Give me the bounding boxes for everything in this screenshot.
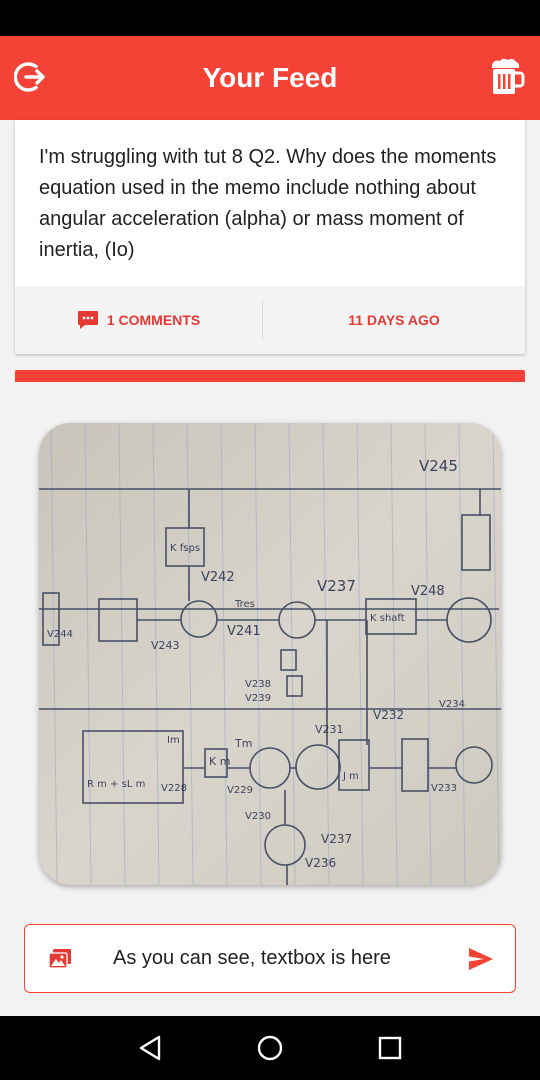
back-icon (139, 1035, 161, 1061)
block-diagram-photo: V245 V242 V237 V248 V241 V244 V243 V238 … (39, 423, 501, 885)
svg-text:V229: V229 (227, 785, 253, 796)
comments-count: 1 COMMENTS (106, 312, 201, 328)
send-button[interactable] (447, 924, 515, 993)
svg-text:V231: V231 (315, 723, 344, 736)
status-bar (0, 0, 540, 36)
svg-text:V244: V244 (47, 629, 73, 640)
post-card[interactable]: I'm struggling with tut 8 Q2. Why does t… (15, 120, 525, 354)
beer-mug-icon (492, 58, 525, 94)
comment-icon (77, 311, 98, 329)
svg-text:V228: V228 (161, 783, 187, 794)
attach-image-button[interactable] (25, 924, 95, 993)
beer-button[interactable] (486, 56, 526, 98)
svg-text:K m: K m (209, 755, 230, 768)
svg-text:Im: Im (167, 735, 180, 746)
svg-text:Tm: Tm (234, 737, 252, 750)
svg-text:V242: V242 (201, 570, 235, 585)
svg-text:R m + sL m: R m + sL m (87, 779, 145, 790)
comments-button[interactable]: 1 COMMENTS (15, 286, 262, 354)
nav-recents-button[interactable] (372, 1032, 408, 1064)
svg-text:V241: V241 (227, 624, 261, 639)
svg-text:V238: V238 (245, 679, 271, 690)
svg-text:V248: V248 (411, 584, 445, 599)
svg-text:V237: V237 (321, 832, 352, 846)
page-title: Your Feed (202, 62, 338, 93)
system-navigation-bar (0, 1016, 540, 1080)
attached-photo[interactable]: V245 V242 V237 V248 V241 V244 V243 V238 … (39, 423, 501, 885)
svg-text:J m: J m (342, 771, 359, 782)
recents-icon (378, 1036, 402, 1060)
svg-text:K fsps: K fsps (170, 543, 200, 554)
logout-icon (14, 62, 45, 92)
svg-text:V245: V245 (419, 457, 458, 475)
svg-text:V239: V239 (245, 693, 271, 704)
svg-text:V237: V237 (317, 577, 356, 595)
nav-back-button[interactable] (132, 1032, 168, 1064)
home-icon (257, 1035, 283, 1061)
logout-button[interactable] (12, 58, 50, 96)
post-text: I'm struggling with tut 8 Q2. Why does t… (39, 146, 497, 261)
message-composer (24, 924, 516, 993)
post-timestamp: 11 DAYS AGO (348, 312, 440, 328)
svg-text:V236: V236 (305, 856, 336, 870)
message-input[interactable] (95, 947, 447, 970)
post-footer: 1 COMMENTS 11 DAYS AGO (15, 286, 525, 354)
svg-text:V230: V230 (245, 811, 271, 822)
gallery-icon (48, 948, 71, 969)
send-icon (469, 947, 493, 970)
nav-home-button[interactable] (252, 1032, 288, 1064)
app-bar: Your Feed (0, 36, 540, 120)
svg-text:V234: V234 (439, 699, 465, 710)
svg-text:V232: V232 (373, 708, 404, 722)
svg-text:K shaft: K shaft (370, 613, 405, 624)
svg-text:Tres: Tres (234, 599, 255, 610)
svg-text:V243: V243 (151, 639, 180, 652)
svg-text:V233: V233 (431, 783, 457, 794)
